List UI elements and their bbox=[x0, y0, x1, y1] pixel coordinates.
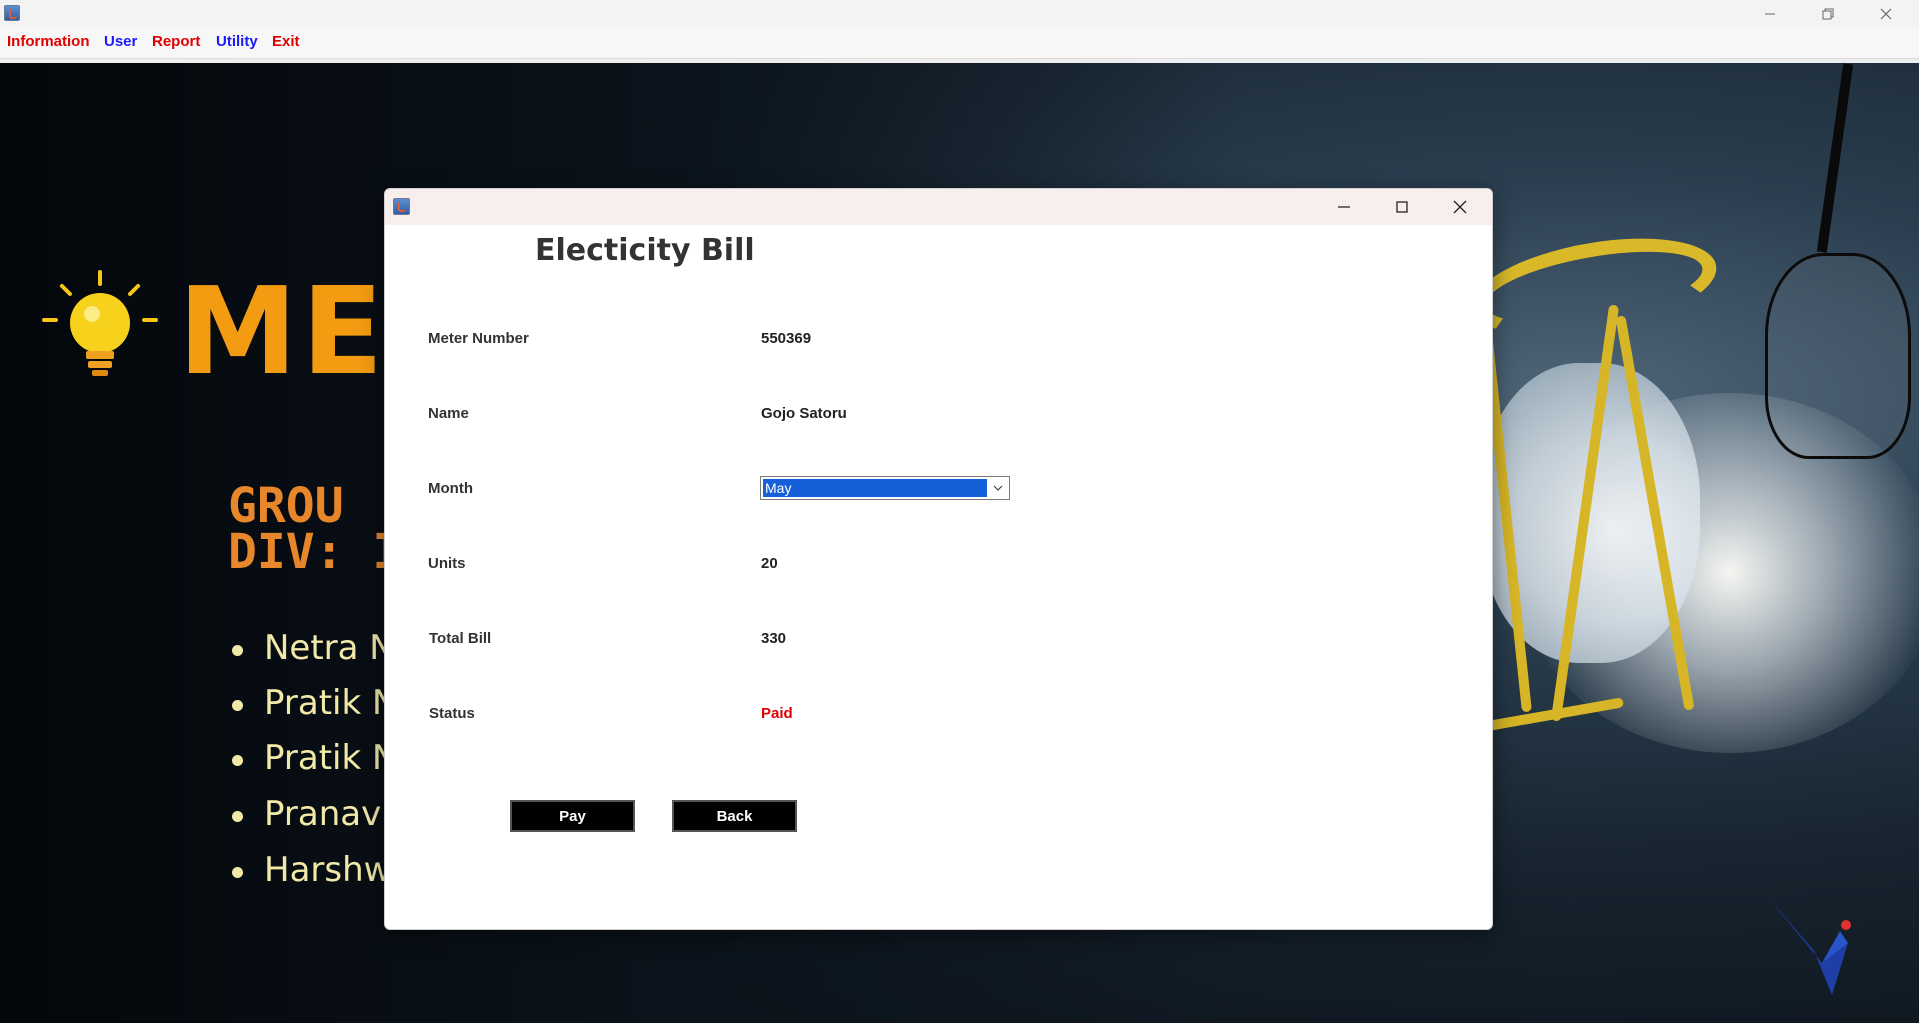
close-icon[interactable] bbox=[1431, 189, 1489, 225]
month-selected-value[interactable]: May bbox=[762, 478, 988, 498]
month-label: Month bbox=[428, 480, 473, 497]
minimize-icon[interactable] bbox=[1741, 0, 1799, 28]
meter-number-label: Meter Number bbox=[428, 330, 529, 347]
menu-information[interactable]: Information bbox=[7, 33, 90, 50]
member-item: Netra N bbox=[232, 628, 395, 668]
units-label: Units bbox=[428, 555, 466, 572]
dialog-titlebar bbox=[385, 189, 1492, 225]
java-cup-icon bbox=[4, 5, 20, 21]
chevron-down-icon[interactable] bbox=[987, 477, 1009, 499]
month-dropdown[interactable]: May bbox=[760, 476, 1010, 500]
pay-button[interactable]: Pay bbox=[510, 800, 635, 832]
minimize-icon[interactable] bbox=[1315, 189, 1373, 225]
total-bill-label: Total Bill bbox=[429, 630, 492, 647]
background-div-line: DIV: I bbox=[228, 524, 402, 580]
institute-logo bbox=[1766, 895, 1851, 995]
java-cup-icon bbox=[393, 198, 410, 215]
menu-report[interactable]: Report bbox=[152, 33, 200, 50]
member-item: Pratik N bbox=[232, 683, 397, 723]
menu-user[interactable]: User bbox=[104, 33, 137, 50]
member-item: Pratik N bbox=[232, 738, 397, 778]
window-titlebar bbox=[0, 0, 1919, 28]
status-value: Paid bbox=[761, 705, 793, 722]
menu-utility[interactable]: Utility bbox=[216, 33, 258, 50]
close-icon[interactable] bbox=[1857, 0, 1915, 28]
electricity-bill-dialog: Electicity Bill Meter Number 550369 Name… bbox=[384, 188, 1493, 930]
units-value: 20 bbox=[761, 555, 778, 572]
member-item: Pranav bbox=[232, 794, 381, 834]
restore-icon[interactable] bbox=[1799, 0, 1857, 28]
menu-bar: Information User Report Utility Exit bbox=[0, 28, 1919, 59]
member-item: Harshw bbox=[232, 850, 391, 890]
meter-number-value: 550369 bbox=[761, 330, 812, 347]
menu-exit[interactable]: Exit bbox=[272, 33, 300, 50]
lamp-cord bbox=[1816, 63, 1854, 253]
total-bill-value: 330 bbox=[761, 630, 787, 647]
name-value: Gojo Satoru bbox=[761, 405, 847, 422]
name-label: Name bbox=[428, 405, 469, 422]
back-button[interactable]: Back bbox=[672, 800, 797, 832]
lamp-cage-ring bbox=[1464, 222, 1724, 352]
lamp-socket bbox=[1765, 253, 1911, 459]
maximize-icon[interactable] bbox=[1373, 189, 1431, 225]
lightbulb-icon bbox=[42, 270, 158, 376]
status-label: Status bbox=[429, 705, 475, 722]
dialog-title: Electicity Bill bbox=[535, 233, 755, 268]
